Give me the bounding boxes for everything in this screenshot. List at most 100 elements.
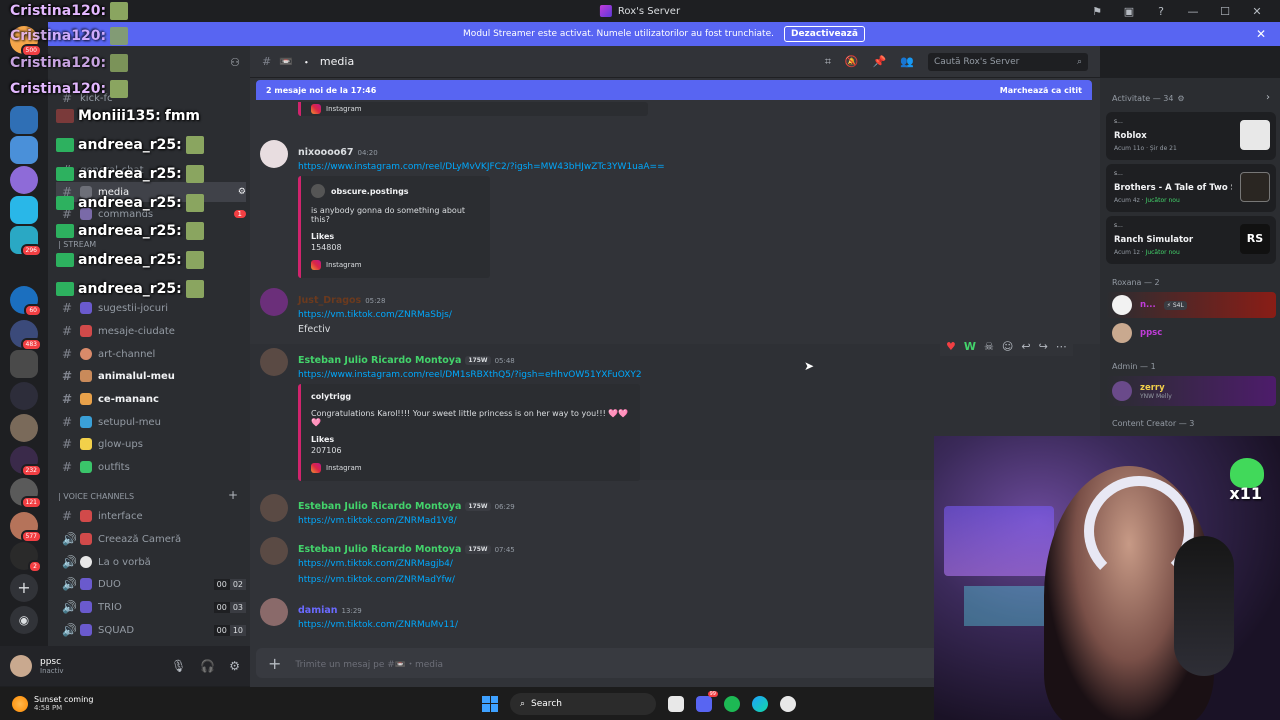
server-icon[interactable] (10, 196, 38, 224)
server-tag[interactable]: 175W (465, 356, 491, 365)
microphone-icon[interactable]: 🎙 (171, 659, 186, 673)
windows-start-icon[interactable] (482, 695, 498, 712)
channel-glow-ups[interactable]: # glow-ups (56, 434, 246, 454)
mark-as-read-button[interactable]: Marchează ca citit (1000, 86, 1082, 95)
skull-reaction-icon[interactable]: ☠ (984, 340, 994, 353)
member-row[interactable]: zerry YNW Melly (1106, 376, 1276, 406)
avatar[interactable] (260, 598, 288, 626)
channel-ce-mananc[interactable]: # ce-mananc (56, 389, 246, 409)
avatar[interactable] (260, 537, 288, 565)
message-author[interactable]: damian (298, 605, 338, 616)
w-reaction-icon[interactable]: W (964, 340, 976, 353)
add-server-icon[interactable]: + (10, 574, 38, 602)
minimize-icon[interactable]: — (1184, 5, 1202, 18)
server-icon[interactable]: 2 (10, 542, 42, 573)
channel-art-channel[interactable]: # art-channel (56, 344, 246, 364)
server-icon[interactable]: 232 (10, 446, 42, 477)
server-icon[interactable] (10, 382, 38, 410)
server-icon[interactable]: 483 (10, 320, 42, 351)
channel-kick-fc[interactable]: # kick-fc (56, 88, 246, 108)
spotify-icon[interactable] (724, 695, 740, 712)
help-icon[interactable]: ? (1152, 5, 1170, 18)
message-link[interactable]: https://vm.tiktok.com/ZNRMuMv11/ (298, 620, 918, 630)
weather-widget[interactable]: Sunset coming 4:58 PM (12, 695, 93, 712)
discord-icon[interactable]: 99 (696, 690, 718, 712)
app-icon[interactable] (780, 695, 796, 712)
server-icon[interactable] (10, 136, 38, 164)
server-icon[interactable] (10, 166, 38, 194)
settings-icon[interactable]: ⚙ (238, 187, 246, 197)
gear-icon[interactable]: ⚙ (1177, 94, 1184, 103)
message-link[interactable]: https://vm.tiktok.com/ZNRMadYfw/ (298, 575, 918, 585)
upload-icon[interactable]: + (268, 654, 281, 673)
add-reaction-icon[interactable]: ☺ (1002, 340, 1013, 353)
member-row[interactable]: ppsc (1106, 320, 1276, 346)
message-link[interactable]: https://vm.tiktok.com/ZNRMagjb4/ (298, 559, 918, 569)
activity-card[interactable]: s... Roblox Acum 11o · Șir de 21 (1106, 112, 1276, 160)
pin-icon[interactable]: 📌 (873, 55, 887, 68)
chevron-right-icon[interactable]: › (1266, 92, 1270, 103)
heart-reaction-icon[interactable]: ♥ (946, 340, 956, 353)
search-input[interactable]: Caută Rox's Server ⌕ (928, 52, 1088, 71)
maximize-icon[interactable]: ☐ (1216, 5, 1234, 18)
avatar[interactable] (260, 288, 288, 316)
message-author[interactable]: Just_Dragos (298, 295, 361, 306)
more-icon[interactable]: ⋯ (1056, 340, 1067, 353)
user-info[interactable]: ppsc Inactiv (40, 657, 63, 675)
inbox-icon[interactable]: ⚑ (1088, 5, 1106, 18)
voice-trio[interactable]: 🔊 TRIO 00 03 (56, 597, 246, 617)
server-icon[interactable]: 121 (10, 478, 42, 509)
forward-icon[interactable]: ↪ (1039, 340, 1048, 353)
voice-creeaza-camera[interactable]: 🔊 Creează Cameră (56, 529, 246, 549)
channel-setupul-meu[interactable]: # setupul-meu (56, 412, 246, 432)
edge-icon[interactable] (752, 695, 768, 712)
channel-general-chat[interactable]: # general-chat (56, 160, 246, 180)
mute-icon[interactable]: 🔕 (845, 55, 859, 68)
voice-interface[interactable]: # interface (56, 506, 246, 526)
channel-commands[interactable]: # commands 1 (56, 204, 246, 224)
voice-duo[interactable]: 🔊 DUO 00 02 (56, 574, 246, 594)
channel-media[interactable]: # media ⚙ (56, 182, 246, 202)
threads-icon[interactable]: ⌗ (825, 55, 831, 69)
avatar[interactable] (10, 655, 32, 677)
server-icon[interactable] (10, 350, 38, 378)
member-list-icon[interactable]: 👥 (900, 55, 914, 68)
category-stream[interactable]: | STREAM (58, 240, 96, 249)
close-icon[interactable]: ✕ (1248, 5, 1266, 18)
server-icon[interactable] (10, 106, 38, 134)
settings-icon[interactable]: ⚙ (229, 659, 240, 673)
channel-sugestii-jocuri[interactable]: # sugestii-jocuri (56, 298, 246, 318)
close-banner-icon[interactable]: ✕ (1256, 27, 1266, 41)
new-messages-bar[interactable]: 2 mesaje noi de la 17:46 Marchează ca ci… (256, 80, 1092, 100)
message-link[interactable]: https://www.instagram.com/reel/DLyMvVKJF… (298, 162, 918, 172)
server-icon[interactable]: 296 (10, 226, 42, 257)
message-link[interactable]: https://www.instagram.com/reel/DM1sRBXth… (298, 370, 918, 380)
activity-card[interactable]: s... Brothers - A Tale of Two So... Acum… (1106, 164, 1276, 212)
create-channel-icon[interactable]: + (228, 488, 238, 502)
message-author[interactable]: Esteban Julio Ricardo Montoya (298, 355, 461, 366)
avatar[interactable] (260, 494, 288, 522)
headphones-icon[interactable]: 🎧 (200, 659, 215, 673)
disable-streamer-mode-button[interactable]: Dezactivează (783, 26, 865, 42)
message-author[interactable]: Esteban Julio Ricardo Montoya (298, 501, 461, 512)
message-link[interactable]: https://vm.tiktok.com/ZNRMad1V8/ (298, 516, 918, 526)
avatar[interactable] (260, 348, 288, 376)
voice-squad[interactable]: 🔊 SQUAD 00 10 (56, 620, 246, 640)
file-explorer-icon[interactable] (668, 695, 684, 712)
avatar[interactable] (260, 140, 288, 168)
server-icon[interactable]: 500 (10, 26, 42, 57)
server-icon[interactable]: 577 (10, 512, 42, 543)
server-icon[interactable] (10, 414, 38, 442)
channel-animalul-meu[interactable]: # animalul-meu (56, 366, 246, 386)
server-tag[interactable]: 175W (465, 545, 491, 554)
member-row[interactable]: n... ⚡ S4L (1106, 292, 1276, 318)
reply-icon[interactable]: ↩ (1021, 340, 1030, 353)
activity-card[interactable]: s... Ranch Simulator Acum 1z · Jucător n… (1106, 216, 1276, 264)
server-icon[interactable]: 60 (10, 286, 42, 317)
category-voice-channels[interactable]: | VOICE CHANNELS (58, 492, 134, 501)
screen-icon[interactable]: ▣ (1120, 5, 1138, 18)
channel-outfits[interactable]: # outfits (56, 457, 246, 477)
voice-la-o-vorba[interactable]: 🔊 La o vorbă (56, 552, 246, 572)
discover-icon[interactable]: ◉ (10, 606, 38, 634)
message-author[interactable]: Esteban Julio Ricardo Montoya (298, 544, 461, 555)
